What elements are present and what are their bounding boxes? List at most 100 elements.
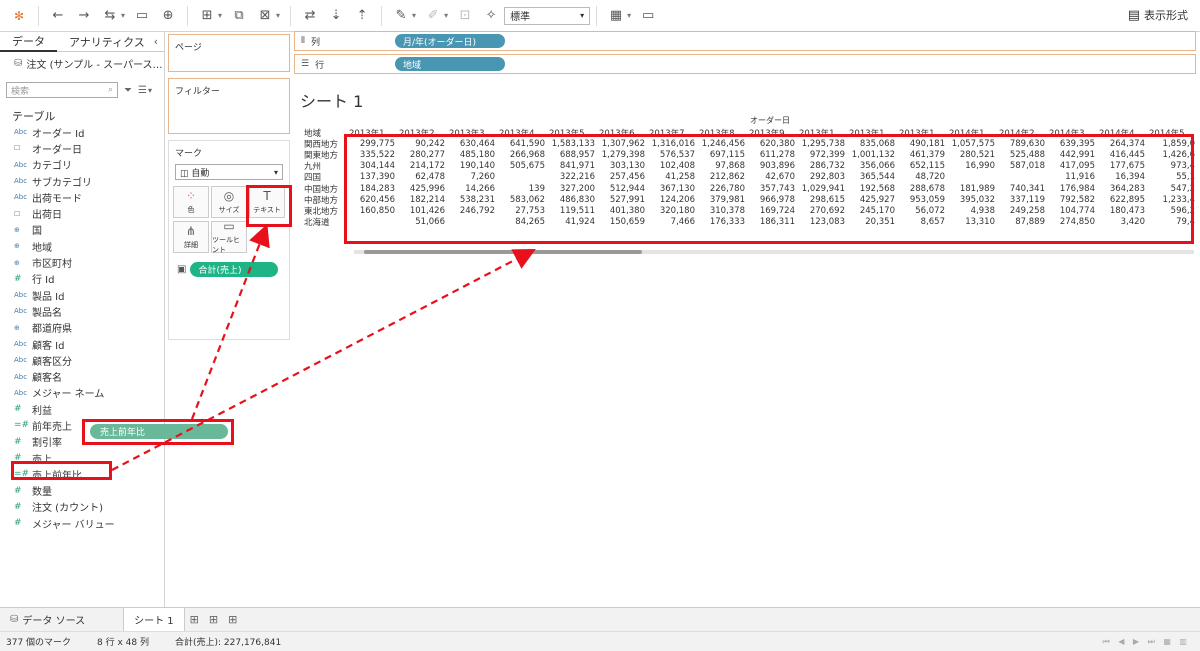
row-header[interactable]: 北海道 — [304, 216, 346, 228]
field-item[interactable]: ⊕ 国 — [0, 222, 164, 238]
chevron-down-icon[interactable]: ▾ — [444, 11, 448, 20]
field-item[interactable]: Abc 顧客 Id — [0, 336, 164, 352]
fit-icon[interactable]: ▦ — [605, 4, 627, 28]
field-item[interactable]: ☐ オーダー日 — [0, 140, 164, 156]
field-item[interactable]: # 利益 — [0, 401, 164, 417]
tableau-logo-icon[interactable]: ✻ — [8, 4, 30, 28]
sort-desc-icon[interactable]: ⇡ — [351, 4, 373, 28]
detail-button[interactable]: ⋔ 詳細 — [173, 221, 209, 253]
field-item[interactable]: Abc オーダー Id — [0, 124, 164, 140]
sheet-nav-arrows[interactable]: ⏮ ◀ ▶ ⏭ ▦ ▥ — [1102, 637, 1190, 647]
horizontal-scrollbar[interactable] — [364, 250, 642, 254]
size-button[interactable]: ◎ サイズ — [211, 186, 247, 218]
color-button[interactable]: ⁘ 色 — [173, 186, 209, 218]
row-header[interactable]: 関西地方 — [304, 138, 346, 150]
label-icon[interactable]: ⊡ — [454, 4, 476, 28]
rows-shelf[interactable]: ☰ 行 地域 — [294, 54, 1196, 74]
collapse-icon[interactable]: ‹ — [154, 35, 158, 48]
search-input[interactable]: 検索 ⌕ — [6, 82, 118, 98]
rows-label-text: 行 — [315, 60, 325, 71]
sheet-title[interactable]: シート 1 — [300, 88, 363, 112]
mark-type-select[interactable]: ◫ 自動 ▾ — [175, 164, 283, 180]
pages-card[interactable]: ページ — [168, 34, 290, 72]
sum-sales-pill[interactable]: 合計(売上) — [190, 262, 279, 277]
show-me-button[interactable]: ▤ 表示形式 — [1128, 7, 1188, 23]
chevron-down-icon[interactable]: ▾ — [627, 11, 631, 20]
tooltip-button[interactable]: ▭ ツールヒント — [211, 219, 247, 254]
row-header[interactable]: 四国 — [304, 171, 346, 183]
group-icon[interactable]: ✐ — [422, 4, 444, 28]
highlight-box-text-button — [246, 185, 292, 227]
tab-sheet-1[interactable]: シート 1 — [123, 607, 185, 632]
highlight-icon[interactable]: ✎ — [390, 4, 412, 28]
row-header[interactable]: 関東地方 — [304, 149, 346, 161]
chevron-down-icon[interactable]: ▾ — [276, 11, 280, 20]
row-header[interactable]: 中部地方 — [304, 194, 346, 206]
field-item[interactable]: # 行 Id — [0, 271, 164, 287]
filter-icon[interactable]: ⏷ — [124, 85, 132, 96]
field-item[interactable]: # メジャー バリュー — [0, 515, 164, 531]
save-icon[interactable]: ▭ — [131, 4, 153, 28]
duplicate-icon[interactable]: ⧉ — [228, 4, 250, 28]
show-me-label: 表示形式 — [1144, 9, 1188, 22]
row-header[interactable]: 九州 — [304, 160, 346, 172]
filters-card[interactable]: フィルター — [168, 78, 290, 134]
field-item[interactable]: Abc 顧客名 — [0, 368, 164, 385]
chevron-down-icon[interactable]: ▾ — [412, 11, 416, 20]
show-me-icon: ▤ — [1127, 7, 1140, 23]
toolbar: ✻ ← → ⇆ ▾ ▭ ⊕ ⊞ ▾ ⧉ ⊠ ▾ ⇄ ⇣ ⇡ ✎ ▾ ✐ ▾ ⊡ … — [0, 0, 1200, 32]
size-label: サイズ — [218, 206, 240, 214]
chevron-down-icon: ▾ — [273, 167, 278, 177]
field-name: 地域 — [32, 242, 52, 254]
field-item[interactable]: Abc 出荷モード — [0, 189, 164, 205]
field-item[interactable]: Abc 顧客区分 — [0, 352, 164, 368]
field-item[interactable]: Abc メジャー ネーム — [0, 385, 164, 401]
fit-select[interactable]: 標準 ▾ — [504, 6, 591, 25]
field-item[interactable]: # 注文 (カウント) — [0, 499, 164, 515]
field-item[interactable]: ⊕ 都道府県 — [0, 320, 164, 336]
new-datasource-icon[interactable]: ⊕ — [157, 4, 179, 28]
replay-icon[interactable]: ⇆ — [99, 4, 121, 28]
tab-data[interactable]: データ — [0, 32, 57, 52]
new-worksheet-icon[interactable]: ⊞ — [190, 613, 199, 626]
field-item[interactable]: Abc サブカテゴリ — [0, 173, 164, 189]
columns-label-text: 列 — [310, 37, 320, 48]
marks-card: マーク ◫ 自動 ▾ ⁘ 色 ◎ サイズ T テキスト ⋔ 詳細 ▭ ツールヒン… — [168, 140, 290, 340]
field-item[interactable]: Abc 製品名 — [0, 303, 164, 319]
new-sheet-icon[interactable]: ⊞ — [196, 4, 218, 28]
columns-pill[interactable]: 月/年(オーダー日) — [395, 34, 505, 48]
field-item[interactable]: # 数量 — [0, 483, 164, 499]
chevron-down-icon[interactable]: ▾ — [121, 11, 125, 20]
field-item[interactable]: Abc カテゴリ — [0, 157, 164, 173]
new-dashboard-icon[interactable]: ⊞ — [209, 613, 218, 626]
row-header[interactable]: 中国地方 — [304, 183, 346, 195]
redo-icon[interactable]: → — [73, 4, 95, 28]
swap-icon[interactable]: ⇄ — [299, 4, 321, 28]
pin-icon[interactable]: ✧ — [480, 4, 502, 28]
row-header[interactable]: 東北地方 — [304, 205, 346, 217]
field-item[interactable]: Abc 製品 Id — [0, 287, 164, 303]
field-item[interactable]: ⊕ 市区町村 — [0, 254, 164, 271]
chevron-down-icon[interactable]: ▾ — [218, 11, 222, 20]
field-item[interactable]: ⊕ 地域 — [0, 238, 164, 254]
datasource-item[interactable]: ⛁ 注文 (サンプル - スーパース… — [0, 52, 164, 74]
rows-pill[interactable]: 地域 — [395, 57, 505, 71]
field-item[interactable]: ☐ 出荷日 — [0, 205, 164, 222]
undo-icon[interactable]: ← — [47, 4, 69, 28]
chevron-down-icon[interactable]: ▾ — [148, 86, 152, 95]
pages-title: ページ — [175, 43, 202, 53]
filters-title: フィルター — [175, 87, 220, 97]
sheet-tabs: ⛁ データ ソース シート 1 ⊞ ⊞ ⊞ — [0, 607, 1200, 632]
tab-datasource[interactable]: ⛁ データ ソース — [0, 608, 95, 632]
color-icon: ⁘ — [185, 189, 197, 203]
clear-icon[interactable]: ⊠ — [254, 4, 276, 28]
view-list-icon[interactable]: ☰ — [138, 85, 147, 96]
presentation-icon[interactable]: ▭ — [637, 4, 659, 28]
field-type-icon: # — [14, 436, 22, 447]
columns-shelf[interactable]: ⦀ 列 月/年(オーダー日) — [294, 31, 1196, 51]
sort-asc-icon[interactable]: ⇣ — [325, 4, 347, 28]
row-header-label[interactable]: 地域 — [304, 127, 346, 139]
mark-pill-row: ▣ 合計(売上) — [177, 262, 289, 277]
new-story-icon[interactable]: ⊞ — [228, 613, 237, 626]
tab-analytics[interactable]: アナリティクス — [57, 32, 157, 52]
